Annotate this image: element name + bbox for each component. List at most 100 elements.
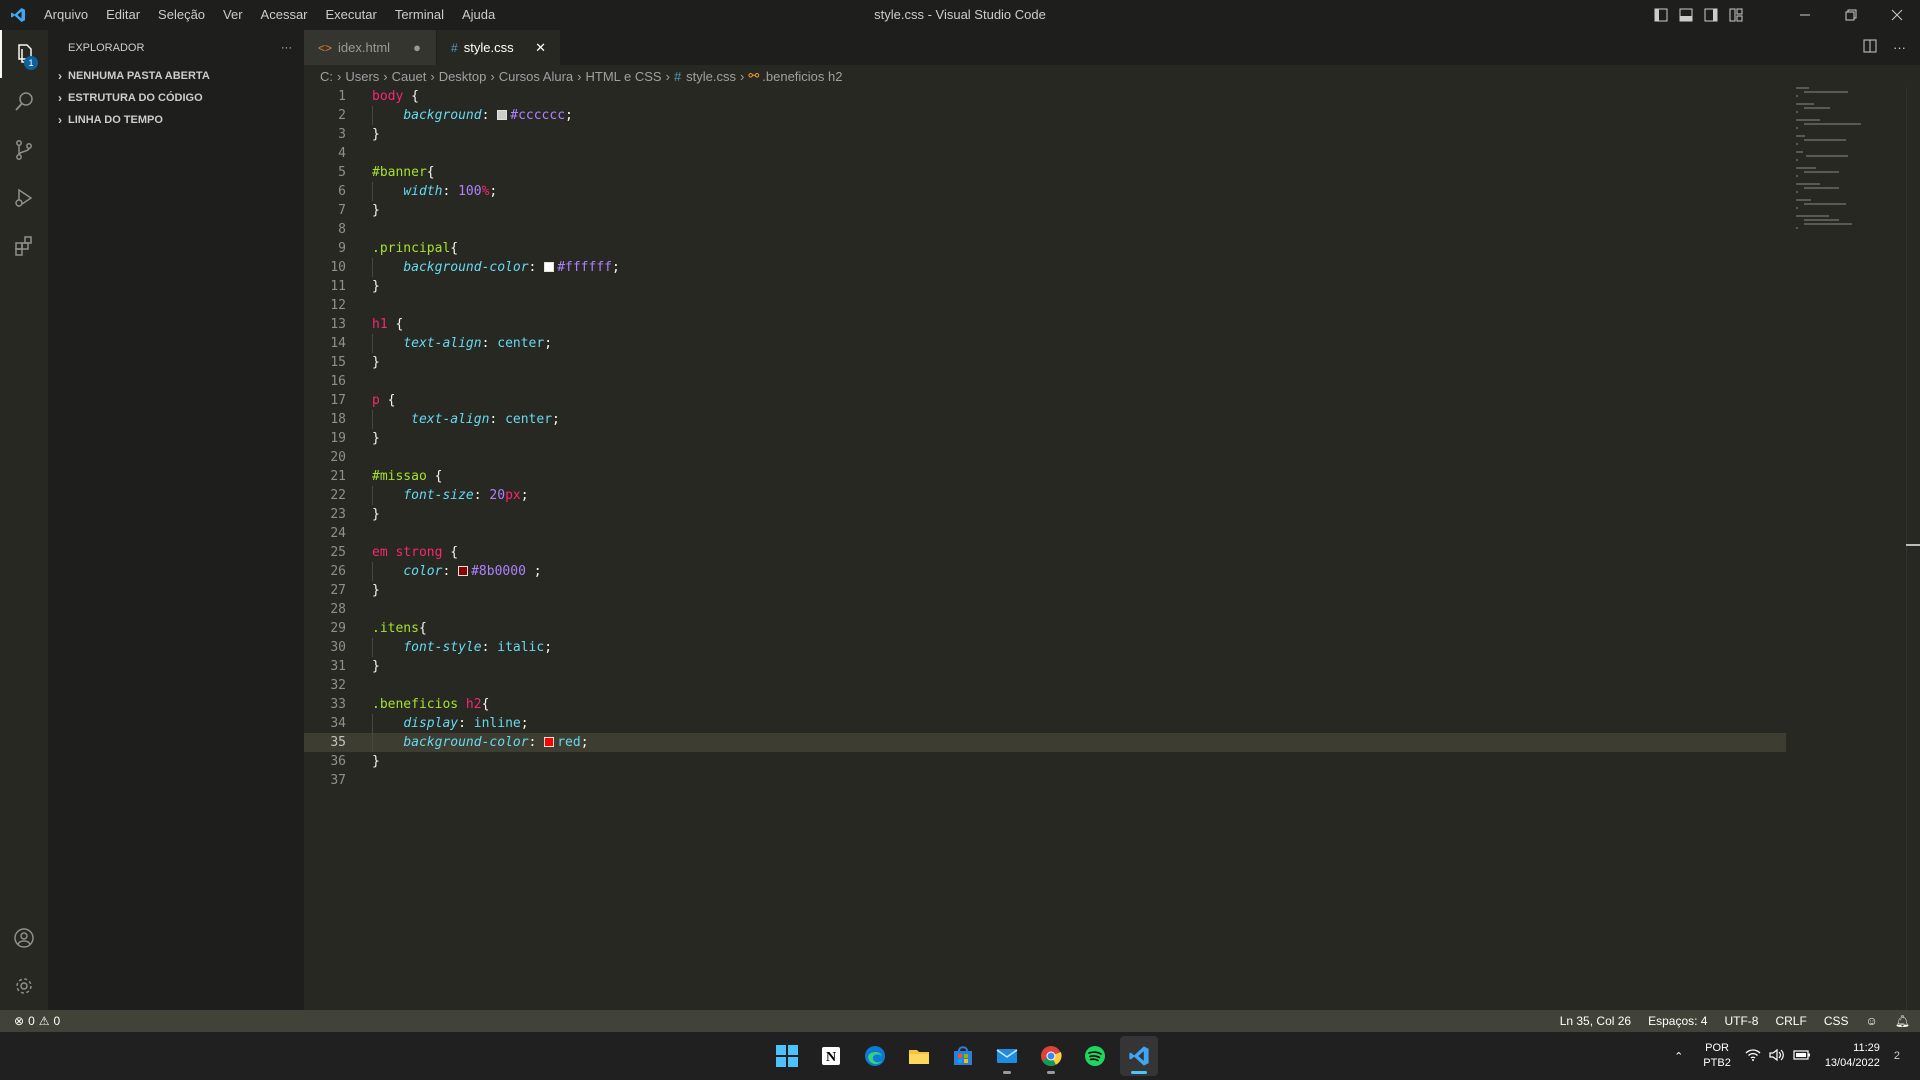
code-line[interactable]: 26 color: #8b0000 ;: [304, 562, 1786, 581]
problems-indicator[interactable]: ⊗ 0 ⚠ 0: [0, 1014, 60, 1028]
code-line[interactable]: 5 #banner{: [304, 163, 1786, 182]
section-outline[interactable]: › ESTRUTURA DO CÓDIGO: [48, 87, 304, 109]
menu-ajuda[interactable]: Ajuda: [453, 0, 504, 30]
code-line[interactable]: 7}: [304, 201, 1786, 220]
input-language[interactable]: POR PTB2: [1703, 1041, 1731, 1071]
code-line[interactable]: 29 .itens{: [304, 619, 1786, 638]
code-line[interactable]: 22 font-size: 20px;: [304, 486, 1786, 505]
explorer-icon[interactable]: 1: [0, 30, 48, 78]
breadcrumb-item[interactable]: C:: [320, 69, 333, 84]
file-explorer-icon[interactable]: [900, 1036, 938, 1076]
edge-icon[interactable]: [856, 1036, 894, 1076]
menu-arquivo[interactable]: Arquivo: [35, 0, 97, 30]
code-line[interactable]: 20: [304, 448, 1786, 467]
battery-icon[interactable]: [1793, 1049, 1811, 1064]
code-line[interactable]: 24: [304, 524, 1786, 543]
code-line[interactable]: 35 background-color: red;: [304, 733, 1786, 752]
language-mode[interactable]: CSS: [1824, 1014, 1849, 1028]
cursor-position[interactable]: Ln 35, Col 26: [1560, 1014, 1631, 1028]
search-icon[interactable]: [0, 78, 48, 126]
code-line[interactable]: 10 background-color: #ffffff;: [304, 258, 1786, 277]
code-line[interactable]: 13 h1 {: [304, 315, 1786, 334]
menu-selecao[interactable]: Seleção: [149, 0, 214, 30]
toggle-panel-icon[interactable]: [1676, 5, 1696, 25]
code-line[interactable]: 16: [304, 372, 1786, 391]
split-editor-icon[interactable]: [1863, 39, 1877, 56]
breadcrumb-item[interactable]: Desktop: [439, 69, 487, 84]
code-line[interactable]: 23}: [304, 505, 1786, 524]
breadcrumb-file[interactable]: style.css: [686, 69, 736, 84]
show-hidden-icons-chevron-up-icon[interactable]: ⌃: [1674, 1050, 1683, 1063]
notion-icon[interactable]: N: [812, 1036, 850, 1076]
editor-scrollbar[interactable]: [1906, 87, 1920, 1010]
code-line[interactable]: 12: [304, 296, 1786, 315]
code-line[interactable]: 9 .principal{: [304, 239, 1786, 258]
menu-ver[interactable]: Ver: [214, 0, 252, 30]
code-editor[interactable]: 1 body {2 background: #cccccc; 3} 4 5 #banner…: [304, 87, 1920, 1010]
code-line[interactable]: 18 text-align: center;: [304, 410, 1786, 429]
breadcrumb-item[interactable]: Cursos Alura: [499, 69, 573, 84]
breadcrumb-item[interactable]: Cauet: [392, 69, 427, 84]
store-icon[interactable]: [944, 1036, 982, 1076]
code-line[interactable]: 25 em strong {: [304, 543, 1786, 562]
code-line[interactable]: 31}: [304, 657, 1786, 676]
toggle-secondary-sidebar-icon[interactable]: [1701, 5, 1721, 25]
code-line[interactable]: 21 #missao {: [304, 467, 1786, 486]
end-of-line[interactable]: CRLF: [1775, 1014, 1806, 1028]
close-tab-icon[interactable]: ✕: [532, 40, 550, 56]
accounts-icon[interactable]: [0, 914, 48, 962]
section-timeline[interactable]: › LINHA DO TEMPO: [48, 109, 304, 131]
mail-icon[interactable]: [988, 1036, 1026, 1076]
breadcrumb-symbol[interactable]: .beneficios h2: [762, 69, 842, 84]
code-line[interactable]: 36}: [304, 752, 1786, 771]
code-line[interactable]: 34 display: inline;: [304, 714, 1786, 733]
editor-more-icon[interactable]: ···: [1893, 40, 1906, 55]
code-line[interactable]: 15}: [304, 353, 1786, 372]
restore-icon[interactable]: [1828, 0, 1874, 30]
breadcrumb-item[interactable]: HTML e CSS: [586, 69, 662, 84]
volume-icon[interactable]: [1769, 1048, 1785, 1065]
tab-idex-html[interactable]: <> idex.html ●: [304, 30, 438, 65]
vscode-taskbar-icon[interactable]: [1120, 1036, 1158, 1076]
feedback-icon[interactable]: ☺: [1866, 1014, 1878, 1028]
code-line[interactable]: 2 background: #cccccc;: [304, 106, 1786, 125]
code-line[interactable]: 14 text-align: center;: [304, 334, 1786, 353]
color-swatch[interactable]: [497, 110, 508, 120]
unsaved-dot-icon[interactable]: ●: [408, 40, 426, 55]
chrome-icon[interactable]: [1032, 1036, 1070, 1076]
code-line[interactable]: 19}: [304, 429, 1786, 448]
color-swatch[interactable]: [544, 737, 555, 747]
code-line[interactable]: 1 body {: [304, 87, 1786, 106]
menu-terminal[interactable]: Terminal: [386, 0, 453, 30]
color-swatch[interactable]: [458, 566, 469, 576]
menu-executar[interactable]: Executar: [317, 0, 386, 30]
code-line[interactable]: 32: [304, 676, 1786, 695]
code-line[interactable]: 37: [304, 771, 1786, 790]
source-control-icon[interactable]: [0, 126, 48, 174]
code-line[interactable]: 30 font-style: italic;: [304, 638, 1786, 657]
code-line[interactable]: 11}: [304, 277, 1786, 296]
color-swatch[interactable]: [544, 262, 555, 272]
section-no-folder[interactable]: › NENHUMA PASTA ABERTA: [48, 65, 304, 87]
code-line[interactable]: 4: [304, 144, 1786, 163]
windows-start-icon[interactable]: [768, 1036, 806, 1076]
toggle-primary-sidebar-icon[interactable]: [1651, 5, 1671, 25]
customize-layout-icon[interactable]: [1726, 5, 1746, 25]
code-line[interactable]: 33 .beneficios h2{: [304, 695, 1786, 714]
indentation[interactable]: Espaços: 4: [1648, 1014, 1707, 1028]
wifi-icon[interactable]: [1745, 1048, 1761, 1065]
code-line[interactable]: 17 p {: [304, 391, 1786, 410]
more-actions-icon[interactable]: ···: [281, 42, 292, 54]
code-line[interactable]: 3}: [304, 125, 1786, 144]
code-line[interactable]: 28: [304, 600, 1786, 619]
minimize-icon[interactable]: [1782, 0, 1828, 30]
breadcrumb-item[interactable]: Users: [345, 69, 379, 84]
notifications-bell-icon[interactable]: 🔔︎: [1895, 1014, 1910, 1028]
menu-acessar[interactable]: Acessar: [252, 0, 317, 30]
encoding[interactable]: UTF-8: [1724, 1014, 1758, 1028]
manage-gear-icon[interactable]: [0, 962, 48, 1010]
code-line[interactable]: 6 width: 100%;: [304, 182, 1786, 201]
close-window-icon[interactable]: [1874, 0, 1920, 30]
code-line[interactable]: 8: [304, 220, 1786, 239]
extensions-icon[interactable]: [0, 222, 48, 270]
